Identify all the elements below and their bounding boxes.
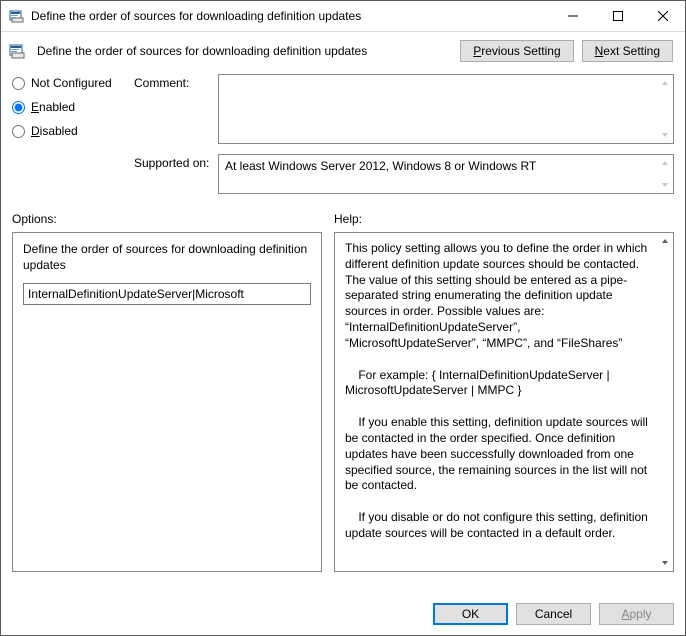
help-scrollbar[interactable] xyxy=(658,234,672,570)
option-input[interactable] xyxy=(23,283,311,305)
comment-textarea[interactable] xyxy=(218,74,674,144)
supported-on-label: Supported on: xyxy=(134,154,212,194)
options-heading: Options: xyxy=(12,212,322,226)
scroll-up-icon[interactable] xyxy=(658,234,672,248)
radio-enabled-input[interactable] xyxy=(12,101,25,114)
gpo-editor-window: Define the order of sources for download… xyxy=(0,0,686,636)
radio-enabled[interactable]: Enabled xyxy=(12,100,122,114)
state-radio-group: Not Configured Enabled Disabled xyxy=(12,74,122,204)
policy-icon xyxy=(9,42,27,60)
next-setting-button[interactable]: Next Setting xyxy=(582,40,673,62)
app-icon xyxy=(9,8,25,24)
radio-not-configured-input[interactable] xyxy=(12,77,25,90)
option-label: Define the order of sources for download… xyxy=(23,241,311,273)
help-text: This policy setting allows you to define… xyxy=(345,241,653,542)
help-panel: This policy setting allows you to define… xyxy=(334,232,674,572)
comment-label: Comment: xyxy=(134,74,212,144)
close-button[interactable] xyxy=(640,1,685,31)
window-controls xyxy=(550,1,685,31)
header-row: Define the order of sources for download… xyxy=(1,32,685,74)
cancel-button[interactable]: Cancel xyxy=(516,603,591,625)
scroll-down-icon xyxy=(658,178,672,192)
ok-button[interactable]: OK xyxy=(433,603,508,625)
radio-disabled-label: Disabled xyxy=(31,124,78,138)
radio-not-configured[interactable]: Not Configured xyxy=(12,76,122,90)
radio-enabled-label: Enabled xyxy=(31,100,75,114)
supported-on-text: At least Windows Server 2012, Windows 8 … xyxy=(225,159,536,173)
supported-on-box: At least Windows Server 2012, Windows 8 … xyxy=(218,154,674,194)
window-title: Define the order of sources for download… xyxy=(31,9,550,23)
scroll-down-icon[interactable] xyxy=(658,128,672,142)
comment-scrollbar[interactable] xyxy=(658,76,672,142)
radio-disabled-input[interactable] xyxy=(12,125,25,138)
scroll-down-icon[interactable] xyxy=(658,556,672,570)
radio-not-configured-label: Not Configured xyxy=(31,76,112,90)
title-bar: Define the order of sources for download… xyxy=(1,1,685,32)
help-heading: Help: xyxy=(334,212,674,226)
scroll-up-icon[interactable] xyxy=(658,76,672,90)
maximize-button[interactable] xyxy=(595,1,640,31)
previous-setting-button[interactable]: Previous Setting xyxy=(460,40,573,62)
dialog-buttons: OK Cancel Apply xyxy=(433,603,674,625)
policy-title: Define the order of sources for download… xyxy=(37,44,450,58)
options-panel: Define the order of sources for download… xyxy=(12,232,322,572)
minimize-button[interactable] xyxy=(550,1,595,31)
scroll-up-icon xyxy=(658,156,672,170)
apply-button[interactable]: Apply xyxy=(599,603,674,625)
supported-scrollbar xyxy=(658,156,672,192)
radio-disabled[interactable]: Disabled xyxy=(12,124,122,138)
